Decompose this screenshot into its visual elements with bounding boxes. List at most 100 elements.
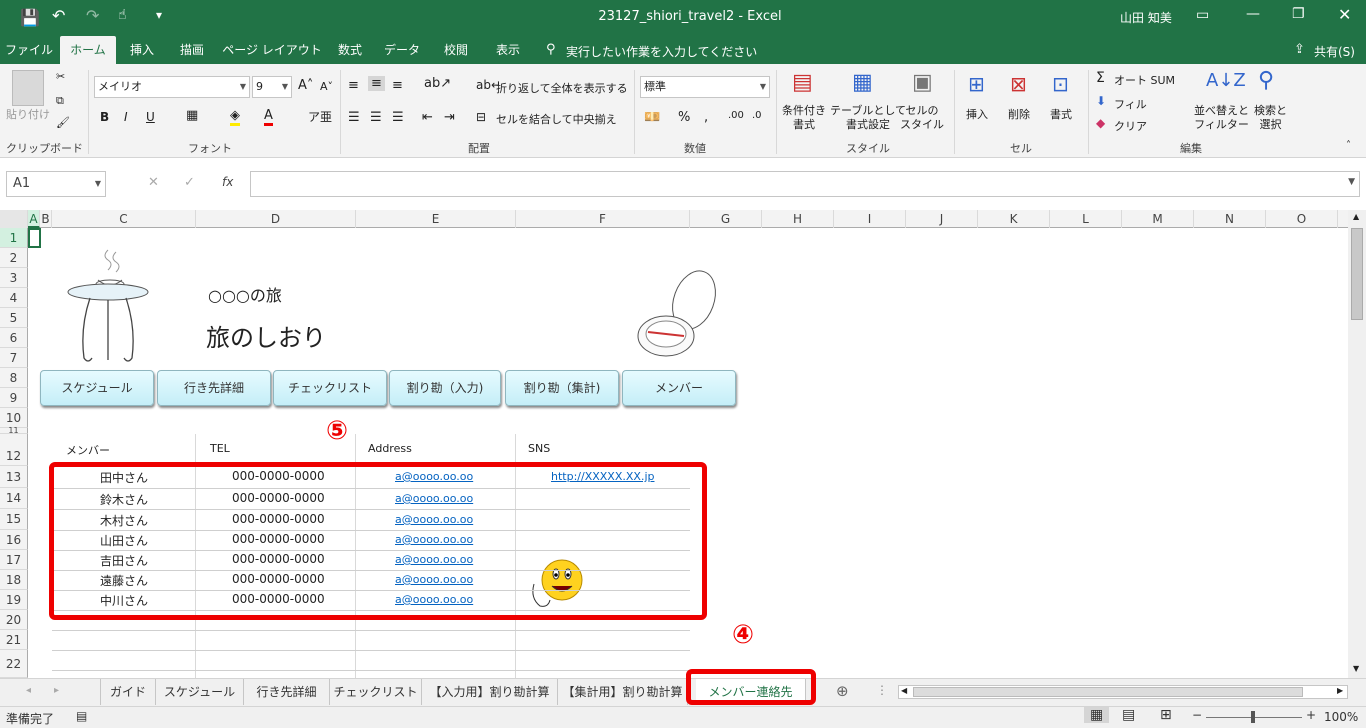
col-header-k[interactable]: K — [978, 210, 1050, 228]
row-header[interactable]: 18 — [0, 570, 28, 590]
conditional-format-button[interactable]: 条件付き 書式 — [782, 104, 826, 132]
wrap-text-button[interactable]: 折り返して全体を表示する — [496, 80, 628, 96]
view-page-layout-icon[interactable]: ▤ — [1122, 707, 1135, 723]
format-cells-button[interactable]: 書式 — [1050, 106, 1072, 122]
name-box[interactable]: A1 ▼ — [6, 171, 106, 197]
tab-data[interactable]: データ — [380, 36, 424, 64]
format-as-table-button[interactable]: テーブルとして 書式設定 — [830, 104, 906, 132]
row-header[interactable]: 6 — [0, 328, 28, 348]
font-name-combo[interactable]: メイリオ ▼ — [94, 76, 250, 98]
row-header[interactable]: 9 — [0, 388, 28, 408]
vertical-scroll-thumb[interactable] — [1351, 228, 1363, 320]
save-icon[interactable]: 💾 — [20, 8, 40, 27]
touch-mode-icon[interactable]: ☝ — [118, 7, 127, 23]
sort-filter-button[interactable]: 並べ替えと フィルター — [1194, 104, 1249, 132]
merge-center-button[interactable]: セルを結合して中央揃え — [496, 111, 617, 127]
indent-increase-icon[interactable]: ⇥ — [444, 110, 455, 125]
tab-view[interactable]: 表示 — [488, 36, 528, 64]
percent-icon[interactable]: % — [678, 110, 690, 125]
col-header-m[interactable]: M — [1122, 210, 1194, 228]
row-header[interactable]: 14 — [0, 488, 28, 509]
find-select-button[interactable]: 検索と 選択 — [1254, 104, 1287, 132]
row-header[interactable]: 16 — [0, 530, 28, 550]
customize-qat-icon[interactable]: ▾ — [156, 8, 162, 22]
insert-function-button[interactable]: fx — [222, 175, 233, 189]
tab-insert[interactable]: 挿入 — [122, 36, 162, 64]
number-format-combo[interactable]: 標準 ▼ — [640, 76, 770, 98]
tab-home[interactable]: ホーム — [60, 36, 116, 64]
clear-button[interactable]: クリア — [1114, 118, 1147, 134]
macro-record-icon[interactable]: ▤ — [76, 709, 87, 723]
paste-icon[interactable] — [12, 70, 44, 106]
cancel-icon[interactable]: ✕ — [148, 175, 159, 190]
horizontal-scrollbar[interactable]: ◀ ▶ — [898, 685, 1348, 699]
row-header[interactable]: 1 — [0, 228, 28, 248]
sheet-tab-split-total[interactable]: 【集計用】割り勘計算 — [558, 679, 688, 705]
copy-icon[interactable]: ⧉ — [56, 94, 64, 108]
nav-split-total-button[interactable]: 割り勘（集計) — [505, 370, 619, 406]
tab-scroll-right-icon[interactable]: ▸ — [54, 685, 59, 696]
tab-formulas[interactable]: 数式 — [330, 36, 370, 64]
col-header-b[interactable]: B — [40, 210, 52, 228]
row-header[interactable]: 12 — [0, 434, 28, 466]
tab-scroll-left-icon[interactable]: ◂ — [26, 685, 31, 696]
tab-splitter-icon[interactable]: ⋮ — [876, 683, 888, 697]
col-header-j[interactable]: J — [906, 210, 978, 228]
col-header-f[interactable]: F — [516, 210, 690, 228]
sheet-tab-destination[interactable]: 行き先詳細 — [244, 679, 330, 705]
grow-font-icon[interactable]: A˄ — [298, 78, 313, 93]
sheet-tab-checklist[interactable]: チェックリスト — [330, 679, 422, 705]
row-header[interactable]: 17 — [0, 550, 28, 570]
col-header-g[interactable]: G — [690, 210, 762, 228]
bold-button[interactable]: B — [100, 110, 109, 124]
active-cell[interactable] — [28, 228, 41, 248]
align-middle-icon[interactable]: ≡ — [368, 76, 385, 91]
font-size-combo[interactable]: 9 ▼ — [252, 76, 292, 98]
tab-draw[interactable]: 描画 — [172, 36, 212, 64]
cut-icon[interactable]: ✂ — [56, 70, 65, 83]
row-header[interactable]: 2 — [0, 248, 28, 268]
undo-icon[interactable]: ↶ — [52, 6, 65, 25]
row-header[interactable]: 19 — [0, 590, 28, 610]
col-header-n[interactable]: N — [1194, 210, 1266, 228]
tab-review[interactable]: 校閲 — [434, 36, 478, 64]
new-sheet-icon[interactable]: ⊕ — [836, 682, 849, 700]
horizontal-scroll-thumb[interactable] — [913, 687, 1303, 697]
tab-file[interactable]: ファイル — [4, 36, 54, 64]
decrease-decimal-icon[interactable]: .0 — [752, 110, 762, 121]
worksheet-grid[interactable]: A B C D E F G H I J K L M N O 1 2 3 4 5 … — [0, 210, 1348, 678]
shrink-font-icon[interactable]: A˅ — [320, 80, 333, 93]
ribbon-display-icon[interactable]: ▭ — [1196, 7, 1209, 23]
increase-decimal-icon[interactable]: .00 — [728, 110, 744, 121]
fill-button[interactable]: フィル — [1114, 96, 1147, 112]
col-header-a[interactable]: A — [28, 210, 40, 228]
user-name[interactable]: 山田 知美 — [1120, 9, 1172, 26]
tab-page-layout[interactable]: ページ レイアウト — [222, 36, 322, 64]
font-color-icon[interactable]: A — [264, 108, 273, 126]
hscroll-left-icon[interactable]: ◀ — [901, 686, 907, 695]
align-right-icon[interactable]: ☰ — [392, 110, 404, 125]
row-header[interactable]: 10 — [0, 408, 28, 428]
align-left-icon[interactable]: ☰ — [348, 110, 360, 125]
nav-checklist-button[interactable]: チェックリスト — [273, 370, 387, 406]
format-painter-icon[interactable]: 🖌 — [56, 116, 70, 129]
share-button[interactable]: 共有(S) — [1314, 43, 1355, 60]
nav-member-button[interactable]: メンバー — [622, 370, 736, 406]
paste-button[interactable]: 貼り付け — [6, 106, 50, 122]
close-icon[interactable]: ✕ — [1338, 5, 1351, 24]
sheet-tab-schedule[interactable]: スケジュール — [156, 679, 244, 705]
comma-icon[interactable]: , — [704, 110, 708, 125]
zoom-in-icon[interactable]: + — [1306, 708, 1316, 722]
collapse-ribbon-icon[interactable]: ˄ — [1346, 140, 1351, 151]
currency-icon[interactable]: 💴 — [644, 110, 660, 125]
nav-destination-button[interactable]: 行き先詳細 — [157, 370, 271, 406]
formula-input[interactable]: ▼ — [250, 171, 1360, 197]
row-header[interactable]: 15 — [0, 509, 28, 530]
enter-icon[interactable]: ✓ — [184, 175, 195, 190]
col-header-e[interactable]: E — [356, 210, 516, 228]
nav-schedule-button[interactable]: スケジュール — [40, 370, 154, 406]
row-header[interactable]: 5 — [0, 308, 28, 328]
cell-styles-button[interactable]: セルの スタイル — [900, 104, 944, 132]
tell-me-input[interactable]: 実行したい作業を入力してください — [566, 43, 757, 60]
autosum-button[interactable]: オート SUM — [1114, 72, 1175, 88]
